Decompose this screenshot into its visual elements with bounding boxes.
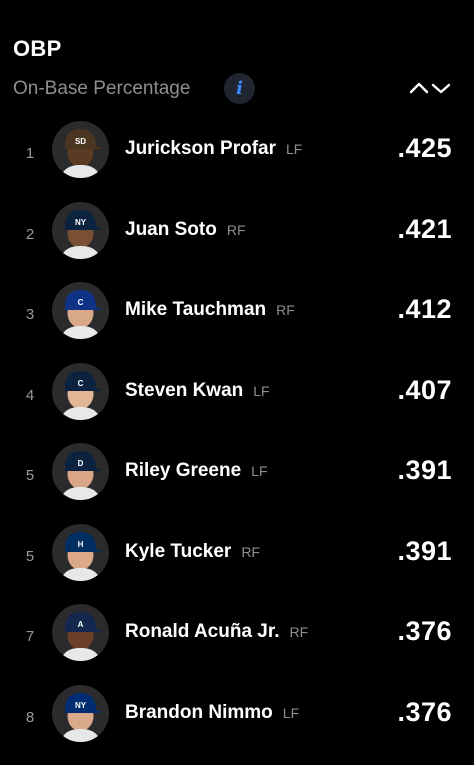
leader-row[interactable]: 5 D Riley Greene LF .391 — [0, 443, 474, 523]
player-position: RF — [241, 543, 260, 560]
player-headshot[interactable]: NY — [52, 201, 109, 259]
cap-logo: D — [78, 459, 84, 468]
cap-logo: C — [78, 379, 84, 388]
sort-ascending-chevron — [409, 82, 429, 94]
sort-toggle-icon[interactable] — [408, 80, 454, 96]
rank-number: 3 — [25, 306, 35, 323]
player-name[interactable]: Juan Soto RF — [125, 219, 246, 241]
obp-value: .376 — [397, 696, 452, 727]
player-name[interactable]: Ronald Acuña Jr. RF — [125, 621, 308, 643]
player-headshot-icon: H — [60, 531, 103, 581]
rank-number: 1 — [25, 145, 35, 162]
rank-number: 7 — [25, 628, 35, 645]
player-headshot[interactable]: C — [52, 282, 109, 339]
player-name-text: Ronald Acuña Jr. — [125, 621, 280, 642]
player-headshot[interactable]: H — [52, 523, 109, 581]
stat-subtitle: On-Base Percentage — [13, 78, 191, 99]
player-headshot-icon: NY — [60, 209, 103, 259]
player-position: RF — [226, 221, 246, 238]
player-name-text: Kyle Tucker — [125, 540, 232, 562]
leader-row[interactable]: 8 NY Brandon Nimmo LF .376 — [0, 684, 474, 765]
player-headshot[interactable]: D — [52, 443, 109, 500]
rank-number: 5 — [25, 467, 35, 484]
stat-title: OBP — [13, 36, 62, 61]
obp-value: .421 — [397, 213, 452, 244]
player-headshot[interactable]: NY — [52, 684, 109, 742]
player-position: LF — [282, 704, 300, 721]
player-name[interactable]: Brandon Nimmo LF — [125, 702, 299, 724]
info-glyph: i — [236, 77, 243, 99]
player-position: LF — [286, 141, 303, 157]
player-headshot-icon: SD — [60, 129, 103, 178]
player-name[interactable]: Jurickson Profar LF — [125, 138, 302, 160]
cap-logo: NY — [75, 218, 87, 227]
player-name-text: Jurickson Profar — [125, 138, 276, 159]
player-position: RF — [276, 302, 295, 318]
player-position: LF — [251, 463, 268, 479]
leader-row[interactable]: 1 SD Jurickson Profar LF .425 — [0, 121, 474, 201]
leader-row[interactable]: 3 C Mike Tauchman RF .412 — [0, 282, 474, 362]
player-name-text: Brandon Nimmo — [125, 701, 273, 723]
cap-logo: H — [78, 540, 84, 549]
obp-value: .407 — [397, 374, 452, 405]
player-name[interactable]: Mike Tauchman RF — [125, 299, 295, 321]
player-position: RF — [289, 624, 309, 640]
player-name-text: Mike Tauchman — [125, 299, 267, 320]
rank-number: 2 — [25, 225, 35, 243]
cap-logo: A — [78, 620, 84, 629]
leader-row[interactable]: 2 NY Juan Soto RF .421 — [0, 201, 474, 282]
rank-number: 4 — [25, 386, 35, 404]
obp-leaderboard: OBP On-Base Percentage i 1 SD Jurickson Pr… — [0, 0, 474, 751]
player-headshot[interactable]: A — [52, 604, 109, 661]
player-name[interactable]: Riley Greene LF — [125, 460, 268, 482]
player-headshot-icon: D — [60, 451, 103, 500]
leader-row[interactable]: 5 H Kyle Tucker RF .391 — [0, 523, 474, 604]
sort-descending-chevron — [431, 83, 451, 94]
player-headshot-icon: C — [60, 370, 103, 420]
player-name-text: Juan Soto — [125, 218, 217, 240]
player-headshot[interactable]: C — [52, 362, 109, 420]
cap-logo: C — [78, 298, 84, 307]
leader-row[interactable]: 7 A Ronald Acuña Jr. RF .376 — [0, 604, 474, 684]
obp-value: .425 — [397, 133, 452, 163]
player-name[interactable]: Steven Kwan LF — [125, 380, 270, 402]
player-headshot-icon: NY — [60, 692, 103, 742]
player-name-text: Steven Kwan — [125, 379, 244, 401]
info-icon[interactable]: i — [224, 73, 255, 104]
obp-value: .391 — [397, 455, 452, 485]
player-position: LF — [253, 382, 270, 399]
obp-value: .376 — [397, 616, 452, 646]
leader-row[interactable]: 4 C Steven Kwan LF .407 — [0, 362, 474, 443]
obp-value: .412 — [397, 294, 452, 324]
cap-logo: SD — [75, 137, 86, 146]
cap-logo: NY — [75, 701, 87, 710]
obp-value: .391 — [397, 535, 452, 566]
rank-number: 5 — [25, 547, 35, 565]
player-headshot-icon: C — [60, 290, 103, 339]
player-headshot-icon: A — [60, 612, 103, 661]
player-name[interactable]: Kyle Tucker RF — [125, 541, 260, 563]
player-name-text: Riley Greene — [125, 460, 242, 481]
player-headshot[interactable]: SD — [52, 121, 109, 178]
rank-number: 8 — [25, 708, 35, 726]
